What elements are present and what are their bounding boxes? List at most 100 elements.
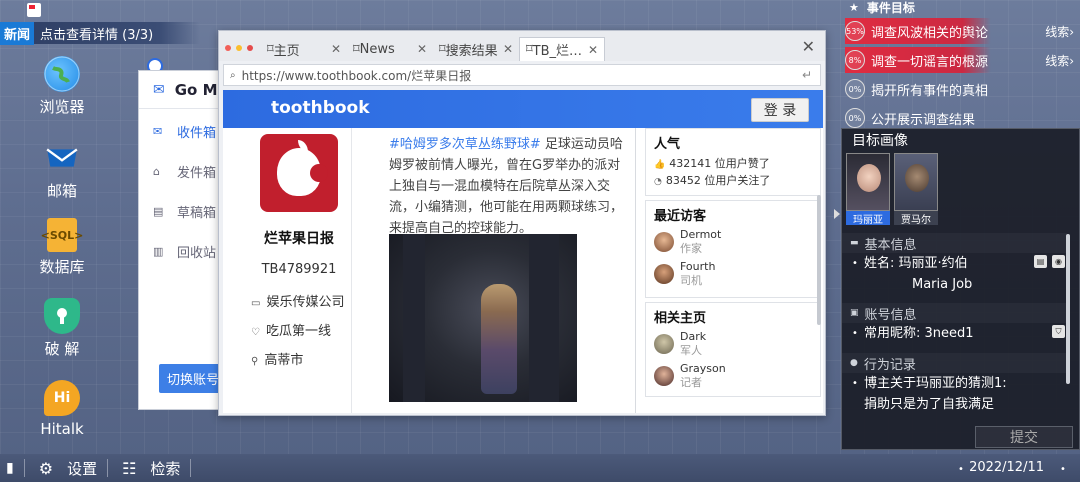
taskbar-separator (107, 459, 109, 477)
submit-button[interactable]: 提交 (975, 426, 1073, 448)
sidebar-divider (635, 128, 636, 413)
account-icon: ▣ (850, 308, 859, 318)
post-hashtag[interactable]: #哈姆罗多次草丛练野球# (389, 137, 541, 152)
taskbar-dot: • (1060, 464, 1066, 475)
account-info-header[interactable]: ▣ 账号信息 (842, 303, 1067, 323)
mail-logo-icon: ✉ (153, 81, 165, 98)
desktop-icon-crack[interactable]: 破 解 (17, 298, 107, 359)
behavior-records-header[interactable]: ● 行为记录 (842, 353, 1067, 373)
basic-info-header[interactable]: ▬ 基本信息 (842, 233, 1067, 253)
news-tag: 新闻 (0, 21, 35, 45)
task-item-public-opinion[interactable]: 53% 调查风波相关的舆论 线索› (845, 18, 1080, 44)
shield-small-icon[interactable]: ⛉ (1052, 325, 1065, 338)
news-ticker-text[interactable]: 点击查看详情 (3/3) (40, 24, 153, 43)
close-icon[interactable]: ✕ (802, 37, 815, 56)
related-name: Dark (680, 330, 707, 343)
visitor-role: 司机 (680, 274, 702, 287)
desktop-icon-label: 破 解 (44, 340, 80, 358)
target-profile-title: 目标画像 (852, 133, 908, 149)
globe-small-icon[interactable]: ◉ (1052, 255, 1065, 268)
tab-close-icon[interactable]: ✕ (417, 42, 427, 56)
tab-home[interactable]: ⌑ 主页 ✕ (261, 37, 347, 61)
related-pages-title: 相关主页 (654, 311, 707, 326)
record-line-2: 捐助只是为了自我满足 (864, 397, 995, 412)
related-item[interactable]: Grayson 记者 (654, 362, 812, 390)
clue-link[interactable]: 线索› (1045, 23, 1074, 40)
draft-icon: ▤ (153, 204, 164, 218)
switch-account-button[interactable]: 切换账号 (159, 364, 228, 393)
url-bar[interactable]: ⌕ https://www.toothbook.com/烂苹果日报 ↵ (223, 64, 821, 86)
behavior-records-section: ●行为记录 博主关于玛丽亚的猜测1: 捐助只是为了自我满足 (842, 353, 1067, 415)
tree-trunk (529, 234, 559, 402)
site-logo[interactable]: toothbook (271, 98, 370, 118)
profile-card: 烂苹果日报 TB4789921 ▭ 娱乐传媒公司 ♡ 吃瓜第一线 ⚲ 高蒂市 (245, 128, 353, 413)
maximize-dot[interactable] (247, 45, 253, 51)
browser-window: ⌑ 主页 ✕ ⌑ News ✕ ⌑ 搜索结果 ✕ ⌑ TB_烂… ✕ ✕ ⌕ https://w… (218, 30, 826, 416)
taskbar-date: 2022/12/11 (969, 460, 1044, 475)
gear-icon: ⚙ (38, 458, 54, 478)
related-item[interactable]: Dark 军人 (654, 330, 812, 358)
desktop-icon-database[interactable]: <SQL> 数据库 (17, 218, 107, 277)
id-card-icon: ▬ (850, 238, 859, 248)
visitor-item[interactable]: Dermot 作家 (654, 228, 812, 256)
app-logo-icon (27, 3, 41, 17)
taskbar-settings[interactable]: ⚙ 设置 (39, 458, 97, 479)
tab-toothbook-page[interactable]: ⌑ TB_烂… ✕ (519, 37, 605, 61)
sql-file-icon: <SQL> (41, 218, 83, 252)
panel-scrollbar[interactable] (1066, 234, 1070, 384)
desktop-icon-hitalk[interactable]: Hi Hitalk (17, 380, 107, 438)
window-controls (219, 45, 261, 61)
search-icon: ⌕ (230, 69, 236, 81)
taskbar-handle-icon[interactable]: ▮ (6, 460, 14, 476)
tab-icon: ⌑ (267, 41, 274, 57)
trash-icon: ▥ (153, 244, 164, 258)
news-ticker[interactable]: 新闻 点击查看详情 (3/3) (0, 21, 200, 45)
follows-count: ◔ 83452 位用户关注了 (654, 174, 771, 187)
tab-close-icon[interactable]: ✕ (588, 43, 598, 57)
portrait-maria[interactable] (846, 153, 890, 211)
enter-icon[interactable]: ↵ (802, 68, 812, 82)
shield-lock-icon (44, 298, 80, 334)
page-scrollbar[interactable] (817, 195, 821, 325)
url-text[interactable]: https://www.toothbook.com/烂苹果日报 (242, 67, 472, 84)
document-icon[interactable]: ▤ (1034, 255, 1047, 268)
record-line-1: 博主关于玛丽亚的猜测1: (842, 373, 1067, 394)
task-item-truth[interactable]: 0% 揭开所有事件的真相 (845, 76, 1080, 102)
avatar (654, 334, 674, 354)
task-item-rumor-source[interactable]: 8% 调查一切谣言的根源 线索› (845, 47, 1080, 73)
progress-ring: 53% (845, 21, 865, 41)
tab-close-icon[interactable]: ✕ (331, 42, 341, 56)
post-image[interactable] (389, 234, 577, 402)
close-dot[interactable] (225, 45, 231, 51)
right-sidebar: 人气 👍 432141 位用户赞了 ◔ 83452 位用户关注了 最近访客 Derm… (635, 128, 821, 413)
taskbar: ▮ ⚙ 设置 ☷ 检索 • 2022/12/11 • (0, 454, 1080, 482)
tab-search-results[interactable]: ⌑ 搜索结果 ✕ (433, 37, 519, 61)
minimize-dot[interactable] (236, 45, 242, 51)
tab-close-icon[interactable]: ✕ (503, 42, 513, 56)
taskbar-search[interactable]: ☷ 检索 (122, 458, 180, 479)
related-role: 记者 (680, 376, 702, 389)
heart-icon: ♡ (251, 327, 260, 338)
tab-icon: ⌑ (526, 42, 533, 57)
avatar (654, 232, 674, 252)
avatar (654, 366, 674, 386)
hitalk-icon: Hi (44, 380, 80, 416)
visitor-item[interactable]: Fourth 司机 (654, 260, 812, 288)
toothbook-page: toothbook 登 录 烂苹果日报 TB4789921 ▭ 娱乐传媒公司 ♡ 吃… (223, 90, 823, 413)
collapse-arrow-icon[interactable] (834, 209, 840, 219)
popularity-title: 人气 (654, 137, 681, 152)
desktop-icon-mail[interactable]: 邮箱 (17, 140, 107, 201)
apple-bite (310, 164, 328, 182)
task-label: 揭开所有事件的真相 (871, 83, 989, 99)
desktop-icon-browser[interactable]: 浏览器 (17, 56, 107, 117)
clue-link[interactable]: 线索› (1045, 52, 1074, 69)
mail-icon (44, 140, 80, 176)
tab-news[interactable]: ⌑ News ✕ (347, 37, 433, 61)
tab-bar: ⌑ 主页 ✕ ⌑ News ✕ ⌑ 搜索结果 ✕ ⌑ TB_烂… ✕ ✕ (219, 31, 825, 61)
portrait-jamal[interactable] (894, 153, 938, 211)
tree-trunk (403, 234, 425, 402)
portrait-label-maria: 玛丽亚 (846, 211, 890, 226)
thumbs-up-icon: 👍 (654, 160, 666, 170)
divider (351, 128, 352, 413)
login-button[interactable]: 登 录 (751, 98, 809, 122)
